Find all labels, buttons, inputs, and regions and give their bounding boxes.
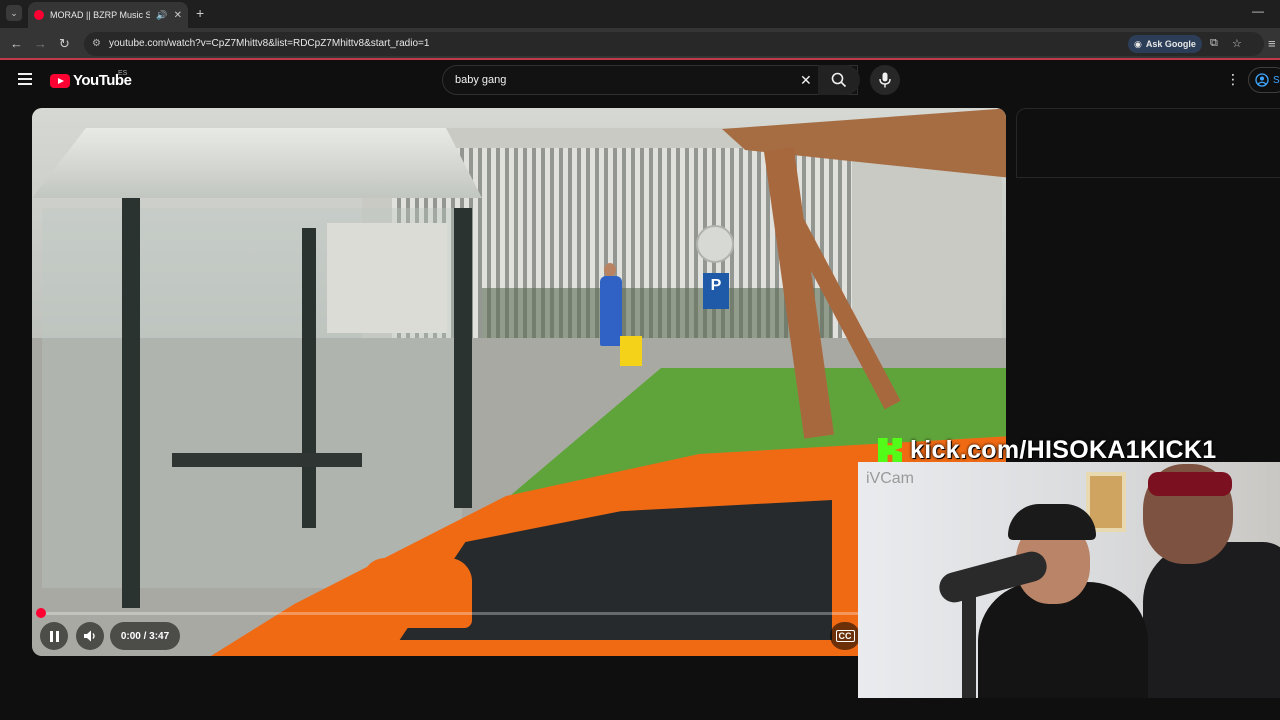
- lens-icon: ◉: [1134, 38, 1142, 49]
- browser-toolbar: ← → ↻ ⚙ youtube.com/watch?v=CpZ7Mhittv8&…: [0, 28, 1280, 60]
- new-tab-button[interactable]: +: [196, 5, 204, 21]
- search-input[interactable]: baby gang ✕: [442, 65, 858, 95]
- time-display: 0:00 / 3:47: [110, 622, 180, 650]
- youtube-header: YouTube ES baby gang ✕ ⋮ S: [0, 62, 1280, 100]
- voice-search-button[interactable]: [870, 65, 900, 95]
- tab-close-icon[interactable]: ✕: [174, 10, 182, 21]
- video-notice-board: [327, 223, 447, 333]
- kick-url: kick.com/HISOKA1KICK1: [910, 435, 1217, 464]
- video-person: [600, 276, 622, 346]
- microphone-icon: [879, 72, 891, 88]
- mute-button[interactable]: [76, 622, 104, 650]
- kick-logo-icon: [878, 438, 902, 462]
- browser-tab[interactable]: MORAD || BZRP Music Sessions 🔊 ✕: [28, 2, 188, 28]
- cap: [1008, 504, 1096, 540]
- mic-stand: [962, 597, 976, 698]
- video-person-head: [604, 263, 616, 277]
- speaker-icon[interactable]: 🔊: [156, 10, 167, 21]
- search-query[interactable]: baby gang: [455, 74, 506, 86]
- video-yellow-bag: [620, 336, 642, 366]
- volume-icon: [84, 630, 95, 642]
- reading-list-icon[interactable]: ≡: [1268, 36, 1276, 52]
- captions-button[interactable]: CC: [830, 622, 860, 650]
- progress-scrubber[interactable]: [36, 608, 46, 618]
- search-button[interactable]: [818, 65, 860, 95]
- back-arrow-icon[interactable]: ←: [10, 36, 23, 52]
- menu-icon[interactable]: [18, 73, 32, 88]
- video-shelter-post: [302, 228, 316, 528]
- clear-search-icon[interactable]: ✕: [800, 72, 812, 88]
- account-icon: [1255, 73, 1269, 87]
- sign-in-button[interactable]: S: [1248, 67, 1280, 93]
- country-code: ES: [118, 70, 128, 77]
- video-round-sign: [696, 225, 734, 263]
- video-parking-sign: P: [703, 273, 729, 309]
- progress-bar[interactable]: [40, 612, 998, 615]
- browser-tab-bar: ⌄ MORAD || BZRP Music Sessions 🔊 ✕ + —: [0, 0, 1280, 28]
- ask-google-label: Ask Google: [1145, 39, 1196, 49]
- webcam-overlay: iVCam: [858, 462, 1280, 698]
- video-car-mirror: [362, 558, 472, 628]
- reload-icon[interactable]: ↻: [59, 36, 70, 52]
- side-panel: [1016, 108, 1280, 178]
- video-shelter-roof: [32, 128, 482, 198]
- video-shelter-post: [454, 208, 472, 508]
- forward-arrow-icon[interactable]: →: [34, 36, 47, 52]
- time-text: 0:00 / 3:47: [120, 630, 170, 642]
- captions-icon: CC: [835, 630, 855, 642]
- sign-in-label: S: [1273, 74, 1280, 86]
- address-bar[interactable]: ⚙ youtube.com/watch?v=CpZ7Mhittv8&list=R…: [84, 32, 1264, 56]
- tab-title: MORAD || BZRP Music Sessions: [50, 10, 151, 20]
- video-trees: [482, 288, 832, 338]
- kick-banner: kick.com/HISOKA1KICK1: [878, 436, 1280, 464]
- youtube-favicon-icon: [34, 10, 44, 20]
- ask-google-button[interactable]: ◉ Ask Google: [1128, 35, 1202, 53]
- url-text[interactable]: youtube.com/watch?v=CpZ7Mhittv8&list=RDC…: [109, 38, 429, 49]
- bookmark-star-icon[interactable]: ☆: [1232, 37, 1242, 50]
- video-shelter-post: [122, 198, 140, 608]
- youtube-play-icon: [50, 73, 70, 88]
- video-bench: [172, 453, 362, 467]
- pause-button[interactable]: [40, 622, 68, 650]
- site-settings-icon[interactable]: ⚙: [92, 38, 101, 49]
- sunglasses: [1148, 472, 1232, 496]
- minimize-window-button[interactable]: —: [1252, 4, 1264, 18]
- webcam-watermark: iVCam: [866, 470, 915, 487]
- install-app-icon[interactable]: ⧉: [1210, 37, 1218, 50]
- tab-search-button[interactable]: ⌄: [6, 5, 22, 21]
- more-options-icon[interactable]: ⋮: [1226, 71, 1240, 87]
- webcam-person-right: [1143, 542, 1280, 698]
- pause-icon: [49, 630, 59, 642]
- search-icon: [831, 72, 847, 88]
